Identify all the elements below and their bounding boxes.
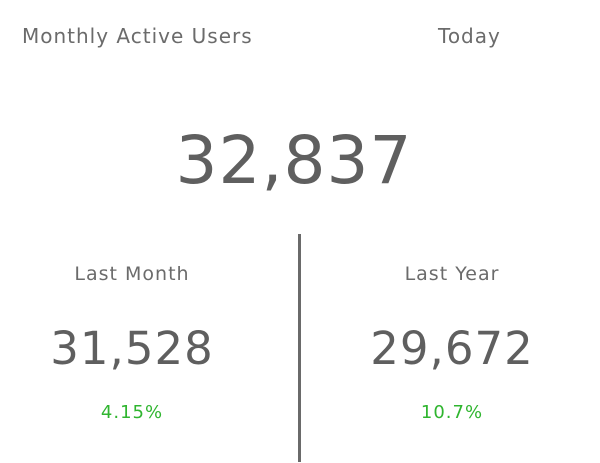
comparison-change: 10.7% xyxy=(420,402,484,423)
comparison-last-year: Last Year 29,672 10.7% xyxy=(342,260,562,422)
comparison-label: Last Year xyxy=(404,263,500,285)
column-divider xyxy=(298,234,301,462)
comparison-value: 29,672 xyxy=(370,322,534,375)
period-label: Today xyxy=(438,24,501,48)
comparison-last-month: Last Month 31,528 4.15% xyxy=(22,260,242,422)
comparison-label: Last Month xyxy=(74,263,190,285)
mau-widget: Monthly Active Users Today 32,837 Last M… xyxy=(0,0,600,463)
comparison-value: 31,528 xyxy=(50,322,214,375)
widget-title: Monthly Active Users xyxy=(22,24,253,48)
current-value: 32,837 xyxy=(175,122,413,199)
comparison-change: 4.15% xyxy=(100,402,164,423)
